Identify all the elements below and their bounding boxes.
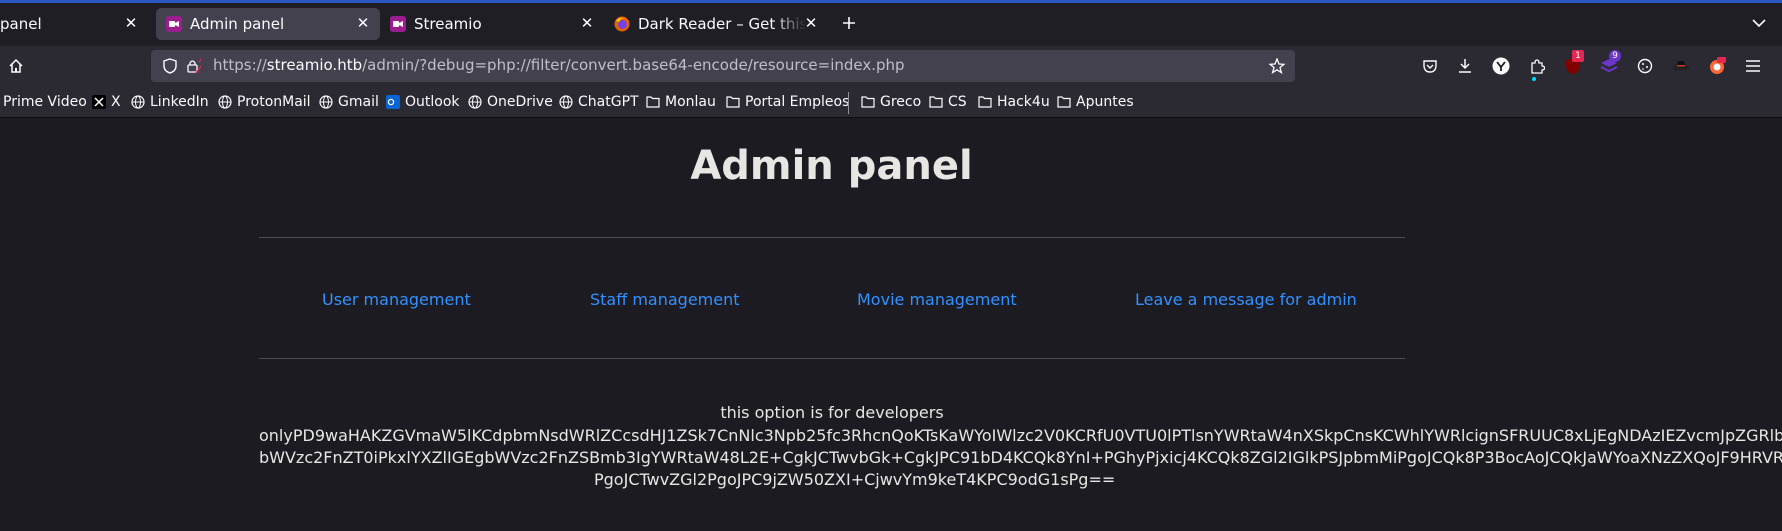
bookmark-label: LinkedIn bbox=[150, 94, 209, 110]
bookmarks-toolbar: Prime Video X LinkedIn ProtonMail Gmail … bbox=[0, 86, 1782, 118]
bookmark-label: Apuntes bbox=[1076, 94, 1134, 110]
folder-icon bbox=[725, 94, 741, 110]
tab-title: Dark Reader – Get this Exte bbox=[638, 15, 806, 33]
burp-extension-icon[interactable] bbox=[1706, 55, 1728, 77]
home-icon[interactable] bbox=[5, 55, 27, 77]
close-tab-icon[interactable]: ✕ bbox=[578, 14, 596, 32]
bookmark-label: Outlook bbox=[405, 94, 460, 110]
ublock-extension-icon[interactable]: 1 bbox=[1562, 50, 1584, 77]
new-tab-plus-icon[interactable] bbox=[838, 12, 860, 34]
folder-icon bbox=[928, 94, 944, 110]
close-tab-icon[interactable]: ✕ bbox=[802, 14, 820, 32]
folder-icon bbox=[977, 94, 993, 110]
close-tab-icon[interactable]: ✕ bbox=[122, 14, 140, 32]
bookmark-folder-monlau[interactable]: Monlau bbox=[645, 93, 716, 111]
navigation-toolbar: https://streamio.htb/admin/?debug=php://… bbox=[0, 46, 1782, 86]
url-host: streamio.htb bbox=[266, 56, 363, 74]
tab-streamio[interactable]: Streamio ✕ bbox=[380, 8, 604, 40]
streamio-favicon-icon bbox=[166, 16, 182, 32]
url-text[interactable]: https://streamio.htb/admin/?debug=php://… bbox=[213, 56, 905, 74]
tab-admin-panel[interactable]: Admin panel ✕ bbox=[156, 8, 380, 40]
hamburger-menu-icon[interactable] bbox=[1742, 55, 1764, 77]
extensions-puzzle-icon[interactable] bbox=[1526, 55, 1548, 81]
url-bar[interactable]: https://streamio.htb/admin/?debug=php://… bbox=[151, 50, 1295, 82]
bookmark-label: Prime Video bbox=[3, 94, 87, 110]
bookmark-chatgpt[interactable]: ChatGPT bbox=[558, 93, 639, 111]
tab-panel[interactable]: panel ✕ bbox=[0, 8, 148, 40]
globe-icon bbox=[217, 94, 233, 110]
bookmark-folder-apuntes[interactable]: Apuntes bbox=[1056, 93, 1134, 111]
bookmark-label: Monlau bbox=[665, 94, 716, 110]
folder-icon bbox=[1056, 94, 1072, 110]
bookmark-folder-cs[interactable]: CS bbox=[928, 93, 967, 111]
tab-title: panel bbox=[0, 15, 42, 33]
globe-icon bbox=[558, 94, 574, 110]
lock-warning-icon[interactable] bbox=[183, 55, 205, 77]
bookmark-x[interactable]: X bbox=[91, 93, 121, 111]
tab-strip: panel ✕ Admin panel ✕ Streamio ✕ Dark Re… bbox=[0, 0, 1782, 46]
extension-badge: 1 bbox=[1572, 50, 1584, 62]
base64-output-line: onlyPD9waHAKZGVmaW5lKCdpbmNsdWRlZCcsdHJ1… bbox=[259, 426, 1782, 445]
cookie-icon[interactable] bbox=[1634, 55, 1656, 77]
url-scheme: https:// bbox=[213, 56, 267, 74]
movie-management-link[interactable]: Movie management bbox=[857, 290, 1017, 309]
outlook-icon bbox=[385, 94, 401, 110]
user-management-link[interactable]: User management bbox=[322, 290, 471, 309]
globe-icon bbox=[318, 94, 334, 110]
stack-extension-icon[interactable]: 9 bbox=[1598, 50, 1621, 77]
bookmark-protonmail[interactable]: ProtonMail bbox=[217, 93, 311, 111]
bookmark-onedrive[interactable]: OneDrive bbox=[467, 93, 553, 111]
bookmark-label: Gmail bbox=[338, 94, 379, 110]
bookmark-label: Greco bbox=[880, 94, 922, 110]
base64-output-line: bWVzc2FnZT0iPkxlYXZlIGEgbWVzc2FnZSBmb3Ig… bbox=[259, 448, 1782, 467]
bookmark-label: X bbox=[111, 94, 121, 110]
base64-output-line: PgoJCTwvZGl2PgoJPC9jZW50ZXI+CjwvYm9keT4K… bbox=[594, 470, 1116, 489]
extension-badge: 9 bbox=[1609, 50, 1621, 62]
bookmark-prime-video[interactable]: Prime Video bbox=[3, 93, 87, 111]
folder-icon bbox=[860, 94, 876, 110]
firefox-icon bbox=[614, 16, 630, 32]
bookmark-label: OneDrive bbox=[487, 94, 553, 110]
bookmark-folder-portal-empleos[interactable]: Portal Empleos bbox=[725, 93, 849, 111]
shield-icon[interactable] bbox=[159, 55, 181, 77]
globe-icon bbox=[130, 94, 146, 110]
divider bbox=[259, 358, 1405, 359]
tab-strip-accent bbox=[0, 0, 1782, 3]
pocket-icon[interactable] bbox=[1419, 55, 1441, 77]
bookmark-star-icon[interactable] bbox=[1266, 55, 1288, 77]
bookmark-linkedin[interactable]: LinkedIn bbox=[130, 93, 209, 111]
leave-message-link[interactable]: Leave a message for admin bbox=[1135, 290, 1357, 309]
chevron-down-icon[interactable] bbox=[1748, 12, 1770, 34]
bookmark-folder-hack4u[interactable]: Hack4u bbox=[977, 93, 1050, 111]
divider bbox=[259, 237, 1405, 238]
globe-icon bbox=[467, 94, 483, 110]
folder-icon bbox=[645, 94, 661, 110]
bookmark-folder-greco[interactable]: Greco bbox=[860, 93, 921, 111]
yomitan-extension-icon[interactable] bbox=[1490, 55, 1512, 77]
developer-note: this option is for developers bbox=[720, 403, 944, 422]
spy-hat-extension-icon[interactable] bbox=[1670, 55, 1692, 77]
close-tab-icon[interactable]: ✕ bbox=[354, 14, 372, 32]
streamio-favicon-icon bbox=[390, 16, 406, 32]
bookmark-label: ProtonMail bbox=[237, 94, 311, 110]
bookmark-separator bbox=[848, 92, 849, 114]
bookmark-label: ChatGPT bbox=[578, 94, 639, 110]
downloads-icon[interactable] bbox=[1454, 55, 1476, 77]
x-icon bbox=[91, 94, 107, 110]
bookmark-label: Portal Empleos bbox=[745, 94, 850, 110]
bookmark-outlook[interactable]: Outlook bbox=[385, 93, 460, 111]
staff-management-link[interactable]: Staff management bbox=[590, 290, 740, 309]
tab-title: Admin panel bbox=[190, 15, 285, 33]
url-path: /admin/?debug=php://filter/convert.base6… bbox=[362, 56, 905, 74]
bookmark-label: Hack4u bbox=[997, 94, 1050, 110]
tab-dark-reader[interactable]: Dark Reader – Get this Exte ✕ bbox=[604, 8, 828, 40]
bookmark-label: CS bbox=[948, 94, 967, 110]
tab-title: Streamio bbox=[414, 15, 482, 33]
page-content: Admin panel User management Staff manage… bbox=[0, 118, 1782, 531]
page-title: Admin panel bbox=[690, 143, 973, 189]
bookmark-gmail[interactable]: Gmail bbox=[318, 93, 379, 111]
